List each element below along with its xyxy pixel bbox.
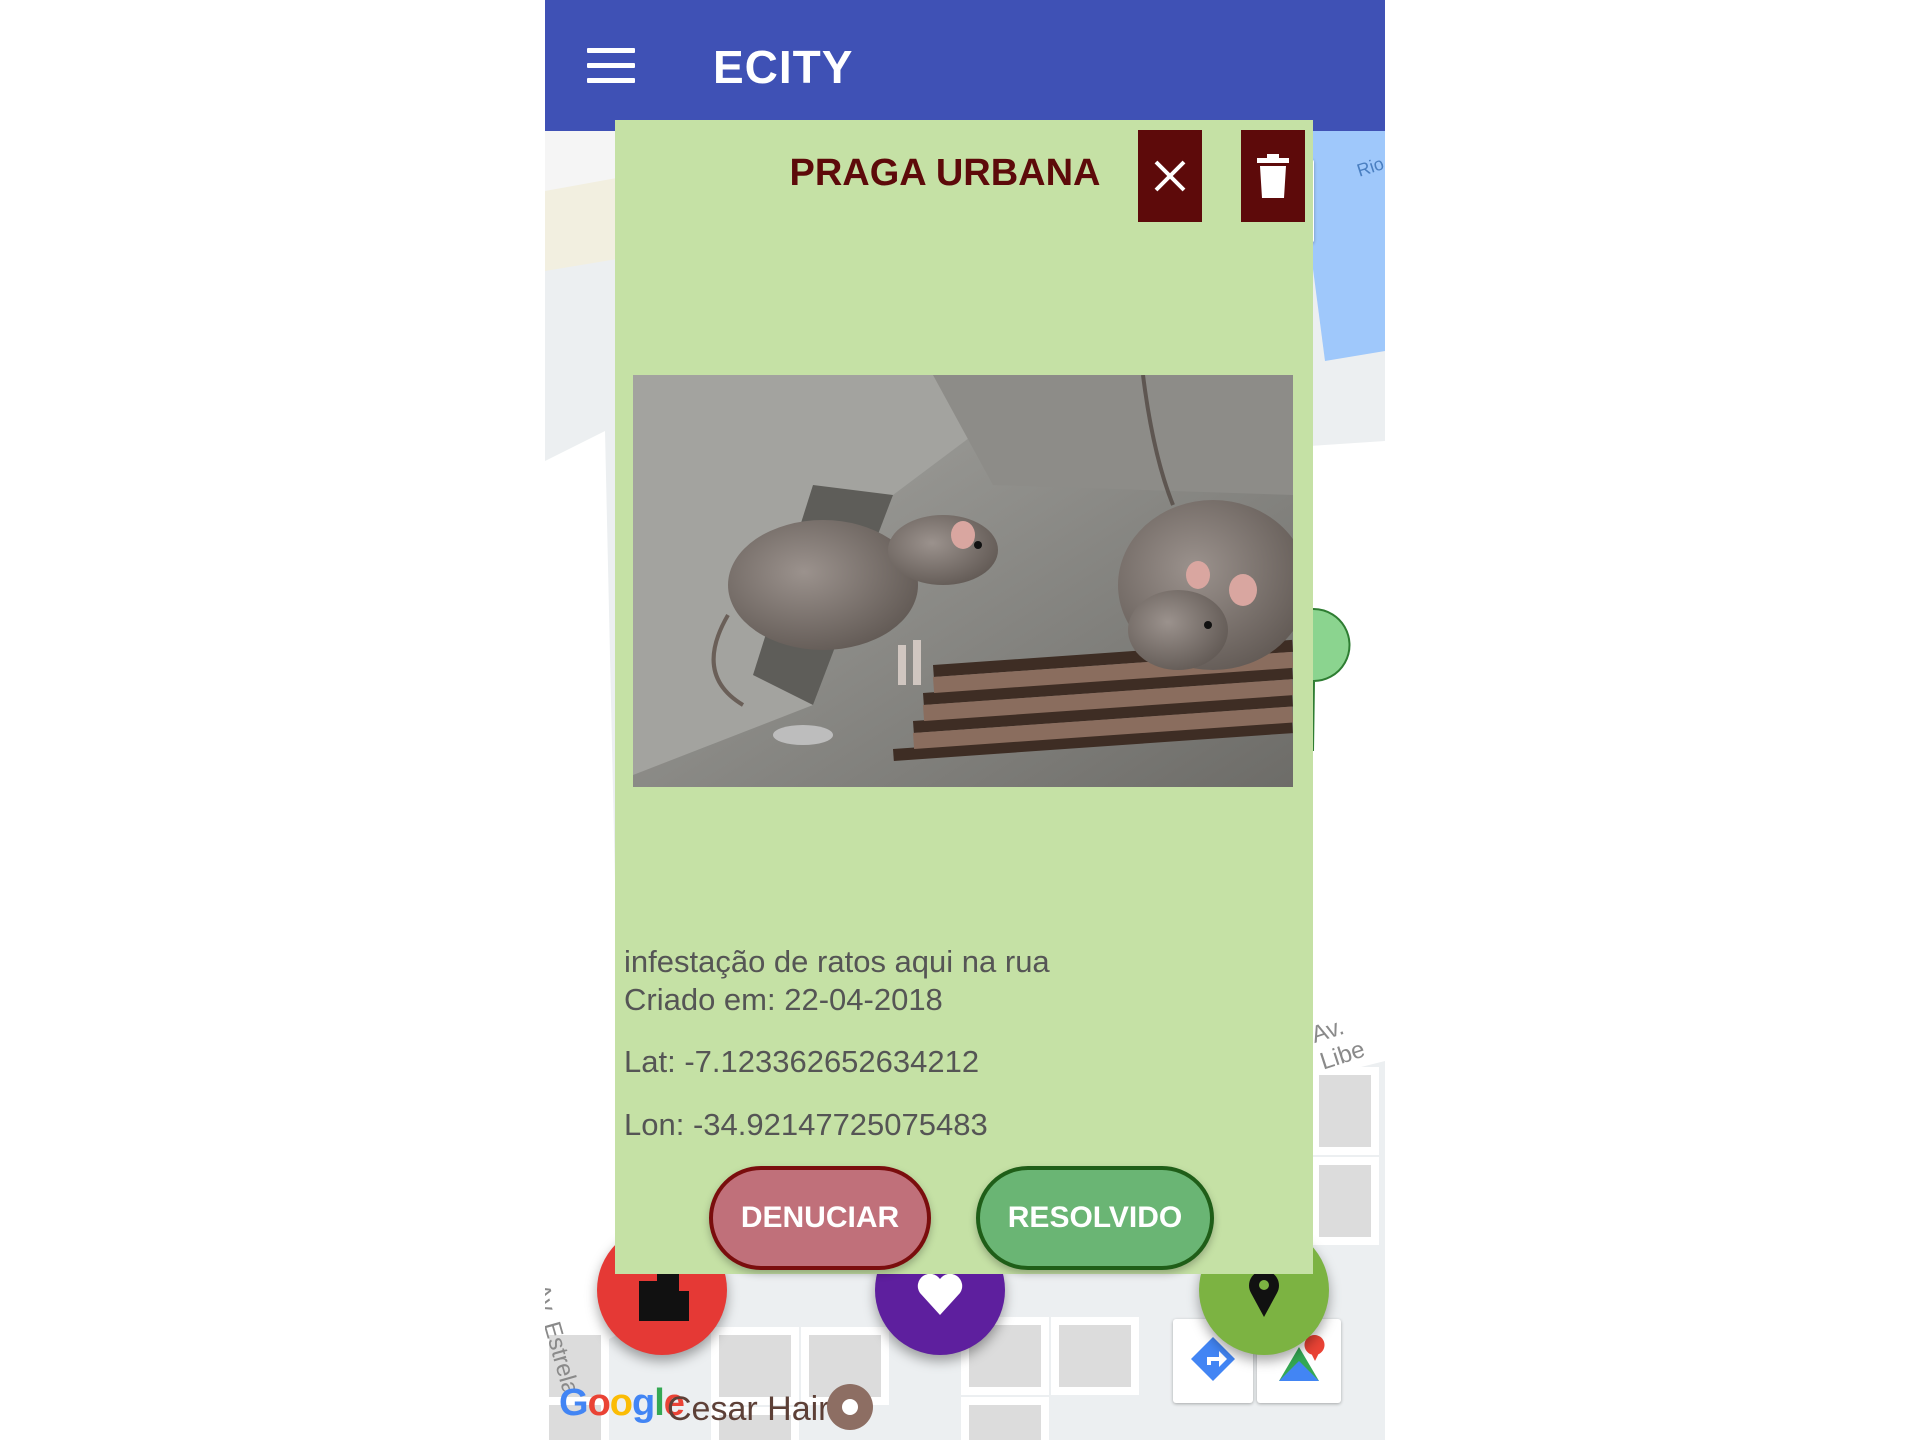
hamburger-menu-icon[interactable]: [587, 48, 635, 84]
resolved-button[interactable]: RESOLVIDO: [976, 1166, 1214, 1270]
report-description-block: infestação de ratos aqui na rua Criado e…: [624, 943, 1050, 1019]
place-marker-icon: [827, 1384, 873, 1430]
report-abuse-button[interactable]: DENUCIAR: [709, 1166, 931, 1270]
place-label: Cesar Hair: [667, 1390, 830, 1428]
report-created-date: Criado em: 22-04-2018: [624, 982, 943, 1017]
phone-screen: Rio Av. Libe Av. Estrela Google Cesar Ha…: [545, 0, 1385, 1440]
report-description: infestação de ratos aqui na rua: [624, 944, 1050, 979]
trash-icon: [1257, 154, 1289, 198]
close-icon: [1154, 160, 1186, 192]
rats-photo: [633, 375, 1293, 787]
dialog-title: PRAGA URBANA: [789, 152, 1101, 194]
app-bar: ECITY: [545, 0, 1385, 131]
report-latitude: Lat: -7.123362652634212: [624, 1044, 980, 1079]
report-longitude: Lon: -34.92147725075483: [624, 1107, 988, 1142]
report-dialog: PRAGA URBANA infestação de ratos aqui na…: [615, 120, 1313, 1274]
close-button[interactable]: [1138, 130, 1202, 222]
google-logo: Google: [559, 1382, 685, 1424]
app-title: ECITY: [713, 41, 854, 93]
delete-button[interactable]: [1241, 130, 1305, 222]
report-photo: [633, 375, 1293, 787]
